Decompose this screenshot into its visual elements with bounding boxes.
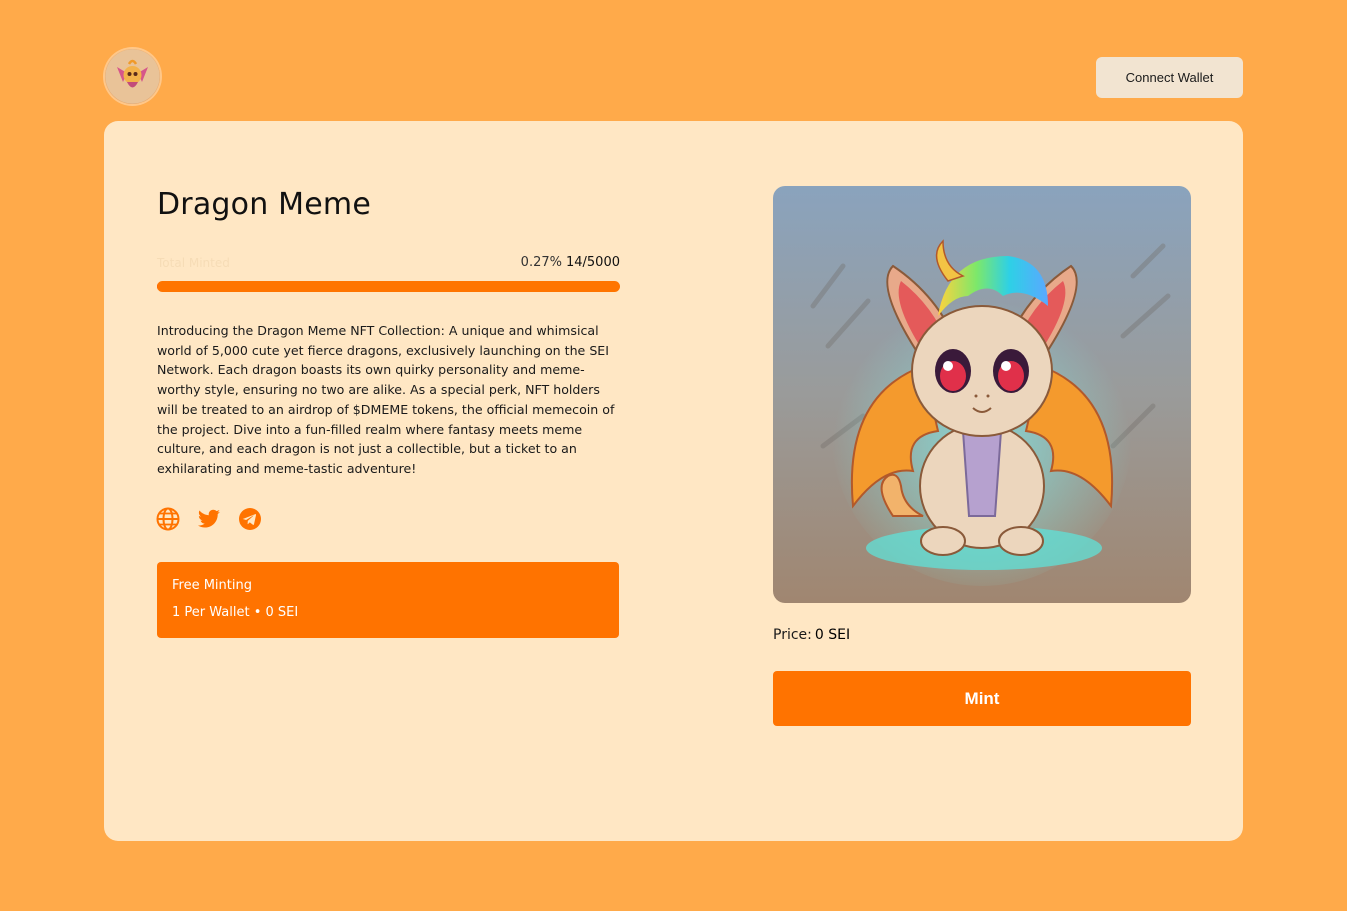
price-display: Price: 0 SEI (773, 627, 850, 643)
telegram-icon (239, 508, 261, 530)
collection-description: Introducing the Dragon Meme NFT Collecti… (157, 323, 615, 476)
price-label: Price: (773, 627, 812, 643)
website-link[interactable] (156, 507, 180, 531)
twitter-link[interactable] (197, 507, 221, 531)
mint-phase-details: 1 Per Wallet • 0 SEI (172, 605, 299, 620)
telegram-link[interactable] (238, 507, 262, 531)
nft-preview-image (773, 186, 1191, 603)
mint-phase-name: Free Minting (172, 578, 252, 593)
dragon-nft-image (810, 239, 1171, 586)
progress-minted-count: 14/5000 (565, 255, 620, 270)
mint-button[interactable]: Mint (773, 671, 1191, 726)
social-links (156, 507, 262, 531)
logo-avatar[interactable] (105, 49, 160, 104)
progress-label: Total Minted (157, 256, 230, 270)
twitter-icon (198, 509, 220, 528)
progress-count: 0.27% 14/5000 (521, 255, 620, 270)
collection-title: Dragon Meme (157, 187, 371, 222)
progress-bar-fill (157, 281, 159, 292)
price-value: 0 SEI (814, 627, 851, 643)
progress-bar (157, 281, 620, 292)
globe-icon (156, 507, 180, 531)
mint-card: Dragon Meme Total Minted 0.27% 14/5000 In… (104, 121, 1243, 841)
dragon-avatar-icon (105, 49, 160, 104)
mint-phase-card[interactable]: Free Minting 1 Per Wallet • 0 SEI (157, 562, 619, 638)
progress-percent: 0.27% (520, 255, 562, 270)
connect-wallet-button[interactable]: Connect Wallet (1096, 57, 1243, 98)
